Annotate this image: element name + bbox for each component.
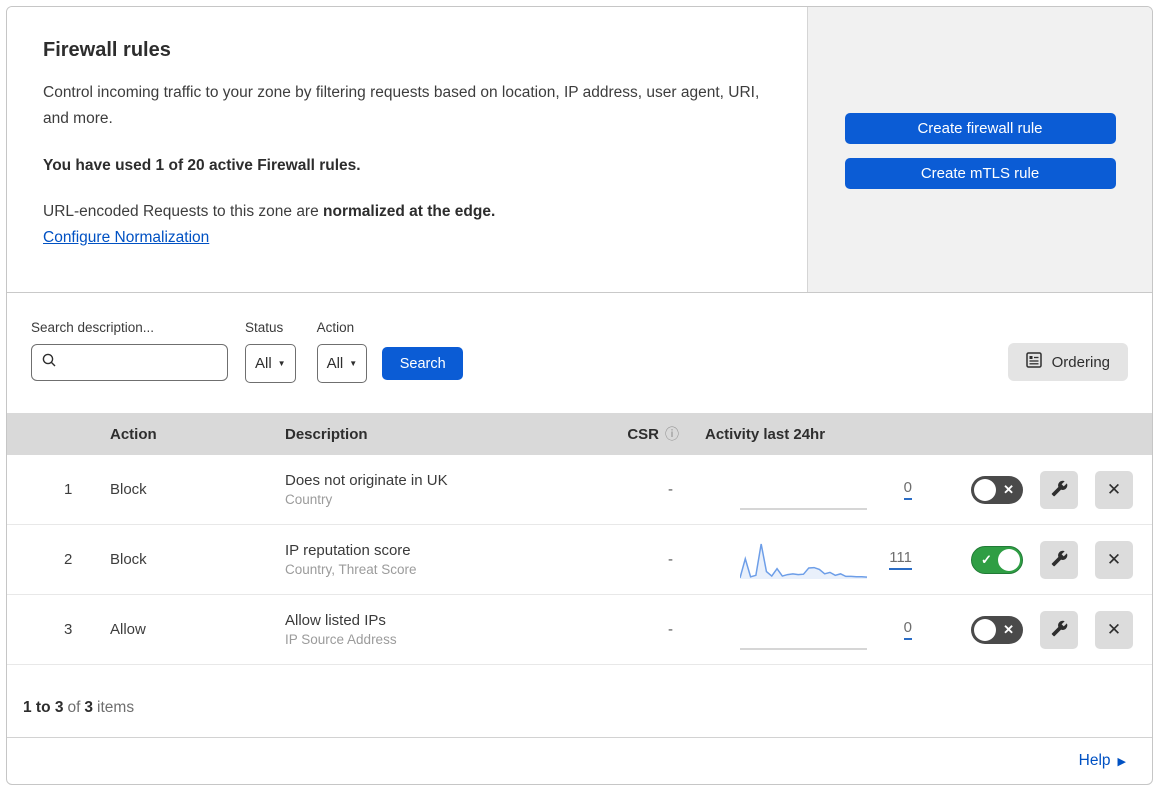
rule-fields: Country, Threat Score bbox=[285, 562, 417, 577]
rule-priority: 2 bbox=[64, 551, 73, 568]
ordering-button-label: Ordering bbox=[1051, 353, 1110, 371]
help-bar: Help ▶ bbox=[7, 738, 1152, 784]
items-range: 1 to 3 bbox=[23, 699, 64, 716]
help-link[interactable]: Help ▶ bbox=[1079, 752, 1126, 770]
close-icon: ✕ bbox=[1106, 479, 1122, 499]
chevron-right-icon: ▶ bbox=[1117, 755, 1126, 768]
search-button[interactable]: Search bbox=[382, 347, 464, 380]
column-description: Description bbox=[285, 425, 368, 443]
toggle-knob bbox=[998, 548, 1020, 571]
status-filter-group: Status All ▼ bbox=[245, 320, 296, 383]
rule-action: Block bbox=[110, 481, 147, 498]
overview-text-panel: Firewall rules Control incoming traffic … bbox=[7, 7, 807, 292]
action-filter-group: Action All ▼ bbox=[316, 320, 368, 383]
activity-count-link[interactable]: 0 bbox=[903, 479, 912, 500]
activity-sparkline bbox=[740, 468, 867, 512]
wrench-icon bbox=[1051, 550, 1068, 570]
chevron-down-icon: ▼ bbox=[349, 359, 358, 368]
close-icon: ✕ bbox=[1106, 549, 1122, 569]
close-icon: ✕ bbox=[1106, 619, 1122, 639]
action-dropdown-value: All bbox=[326, 355, 344, 372]
rule-csr-value: - bbox=[668, 481, 673, 498]
rule-fields: IP Source Address bbox=[285, 632, 397, 647]
rule-csr-value: - bbox=[668, 621, 673, 638]
chevron-down-icon: ▼ bbox=[277, 359, 286, 368]
column-activity: Activity last 24hr bbox=[705, 425, 826, 443]
rule-enabled-toggle[interactable]: ✓ ✕ bbox=[971, 475, 1023, 504]
check-icon: ✓ bbox=[981, 551, 992, 567]
search-input[interactable] bbox=[64, 354, 245, 371]
firewall-rules-card: Firewall rules Control incoming traffic … bbox=[6, 6, 1153, 785]
rule-fields: Country bbox=[285, 492, 333, 507]
edit-rule-button[interactable] bbox=[1040, 470, 1078, 509]
column-action: Action bbox=[110, 425, 157, 443]
configure-normalization-link[interactable]: Configure Normalization bbox=[43, 229, 209, 246]
toggle-knob bbox=[974, 478, 996, 501]
table-pagination: 1 to 3 of 3 items bbox=[7, 665, 1152, 738]
create-firewall-rule-button[interactable]: Create firewall rule bbox=[844, 113, 1116, 144]
cross-icon: ✕ bbox=[1003, 481, 1014, 497]
actions-panel: Create firewall rule Create mTLS rule bbox=[807, 7, 1152, 292]
activity-sparkline bbox=[739, 538, 868, 582]
search-box[interactable] bbox=[31, 344, 245, 381]
search-label: Search description... bbox=[31, 320, 155, 335]
usage-summary: You have used 1 of 20 active Firewall ru… bbox=[43, 156, 361, 174]
ordering-list-icon bbox=[1025, 352, 1042, 372]
toggle-knob bbox=[974, 618, 996, 641]
search-icon bbox=[42, 353, 56, 372]
rule-action: Block bbox=[110, 551, 147, 568]
rule-enabled-toggle[interactable]: ✓ ✕ bbox=[971, 545, 1023, 574]
table-row[interactable]: 1 Block Does not originate in UK Country… bbox=[7, 455, 1152, 525]
delete-rule-button[interactable]: ✕ bbox=[1095, 540, 1133, 579]
normalization-note: URL-encoded Requests to this zone are no… bbox=[43, 202, 496, 220]
create-mtls-rule-button[interactable]: Create mTLS rule bbox=[844, 158, 1116, 189]
status-dropdown-value: All bbox=[255, 355, 272, 372]
search-group: Search description... bbox=[31, 320, 245, 381]
action-dropdown[interactable]: All ▼ bbox=[316, 344, 368, 383]
page-description: Control incoming traffic to your zone by… bbox=[43, 84, 760, 128]
ordering-button[interactable]: Ordering bbox=[1007, 343, 1128, 381]
status-dropdown[interactable]: All ▼ bbox=[245, 344, 296, 383]
items-total: 3 bbox=[84, 699, 94, 716]
rule-enabled-toggle[interactable]: ✓ ✕ bbox=[971, 615, 1023, 644]
filter-bar: Search description... Status All ▼ Actio… bbox=[7, 293, 1152, 413]
rule-description: IP reputation score bbox=[285, 542, 411, 559]
rule-csr-value: - bbox=[668, 551, 673, 568]
overview-section: Firewall rules Control incoming traffic … bbox=[7, 7, 1152, 293]
table-row[interactable]: 2 Block IP reputation score Country, Thr… bbox=[7, 525, 1152, 595]
activity-sparkline bbox=[740, 608, 867, 652]
action-label: Action bbox=[316, 320, 355, 335]
wrench-icon bbox=[1051, 620, 1068, 640]
cross-icon: ✕ bbox=[1003, 621, 1014, 637]
table-header: Action Description CSR ⓘ Activity last 2… bbox=[7, 413, 1152, 455]
rule-priority: 3 bbox=[64, 621, 73, 638]
delete-rule-button[interactable]: ✕ bbox=[1095, 470, 1133, 509]
edit-rule-button[interactable] bbox=[1040, 540, 1078, 579]
table-row[interactable]: 3 Allow Allow listed IPs IP Source Addre… bbox=[7, 595, 1152, 665]
activity-count-link[interactable]: 111 bbox=[889, 549, 912, 570]
wrench-icon bbox=[1051, 480, 1068, 500]
edit-rule-button[interactable] bbox=[1040, 610, 1078, 649]
activity-count-link[interactable]: 0 bbox=[903, 619, 912, 640]
info-icon[interactable]: ⓘ bbox=[665, 424, 679, 444]
rule-description: Does not originate in UK bbox=[285, 472, 448, 489]
delete-rule-button[interactable]: ✕ bbox=[1095, 610, 1133, 649]
page-title: Firewall rules bbox=[43, 39, 171, 61]
rule-priority: 1 bbox=[64, 481, 73, 498]
rule-description: Allow listed IPs bbox=[285, 612, 386, 629]
rule-action: Allow bbox=[110, 621, 146, 638]
status-label: Status bbox=[245, 320, 284, 335]
column-csr: CSR ⓘ bbox=[627, 424, 679, 444]
